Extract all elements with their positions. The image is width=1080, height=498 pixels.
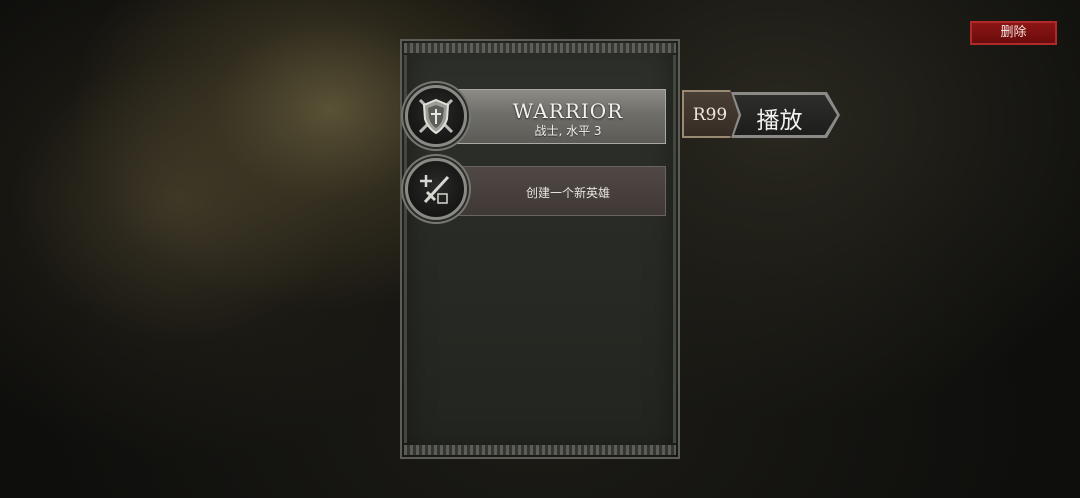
panel-top-trim	[404, 43, 676, 53]
delete-button[interactable]: 删除	[970, 21, 1057, 45]
play-button-label: 播放	[756, 108, 803, 134]
sword-plus-icon	[405, 158, 467, 220]
shield-crossed-swords-icon	[405, 85, 467, 147]
hero-class-level: 战士, 水平 3	[534, 124, 602, 138]
hero-rank-text: R99	[692, 105, 728, 125]
panel-bottom-trim	[404, 445, 676, 455]
play-button[interactable]: 播放	[734, 95, 837, 135]
panel-right-edge	[673, 55, 676, 443]
create-hero-label: 创建一个新英雄	[525, 186, 610, 200]
hero-name: WARRIOR	[512, 99, 624, 123]
